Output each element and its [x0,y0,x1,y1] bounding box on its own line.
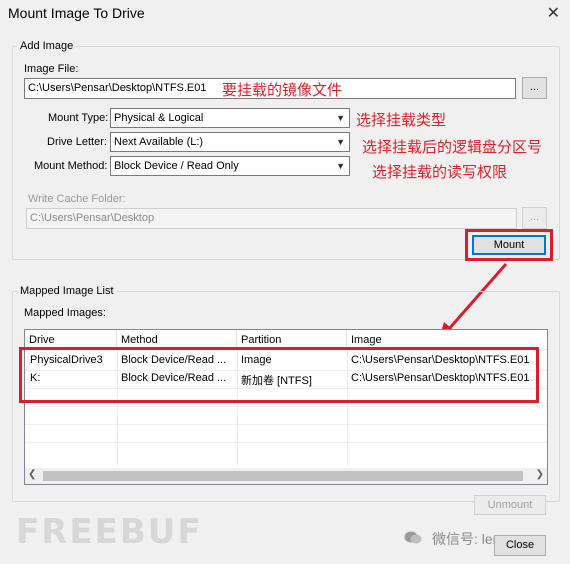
row-image: C:\Users\Pensar\Desktop\NTFS.E01 [351,354,530,366]
close-button[interactable]: Close [494,535,546,556]
row-partition: Image [241,354,272,366]
freebuf-watermark: FREEBUF [16,512,203,552]
scroll-thumb[interactable] [43,471,523,481]
mapped-images-label: Mapped Images: [24,307,106,319]
column-header-drive[interactable]: Drive [25,330,117,350]
row-image: C:\Users\Pensar\Desktop\NTFS.E01 [351,372,530,384]
row-method: Block Device/Read ... [121,372,227,384]
table-row[interactable]: PhysicalDrive3 Block Device/Read ... Ima… [25,354,547,370]
column-header-method[interactable]: Method [117,330,237,350]
row-drive: PhysicalDrive3 [30,354,103,366]
column-header-image[interactable]: Image [347,330,547,350]
mapped-images-list[interactable]: Drive Method Partition Image PhysicalDri… [24,329,548,485]
column-header-partition[interactable]: Partition [237,330,347,350]
horizontal-scrollbar[interactable]: ❮ ❯ [25,468,547,484]
table-row[interactable]: K: Block Device/Read ... 新加卷 [NTFS] C:\U… [25,372,547,388]
row-method: Block Device/Read ... [121,354,227,366]
row-drive: K: [30,372,41,384]
wechat-icon [404,530,422,544]
unmount-button: Unmount [474,495,546,515]
mapped-image-legend: Mapped Image List [20,285,114,297]
scroll-right-arrow[interactable]: ❯ [536,469,544,480]
scroll-left-arrow[interactable]: ❮ [28,469,36,480]
row-partition: 新加卷 [NTFS] [241,375,312,387]
